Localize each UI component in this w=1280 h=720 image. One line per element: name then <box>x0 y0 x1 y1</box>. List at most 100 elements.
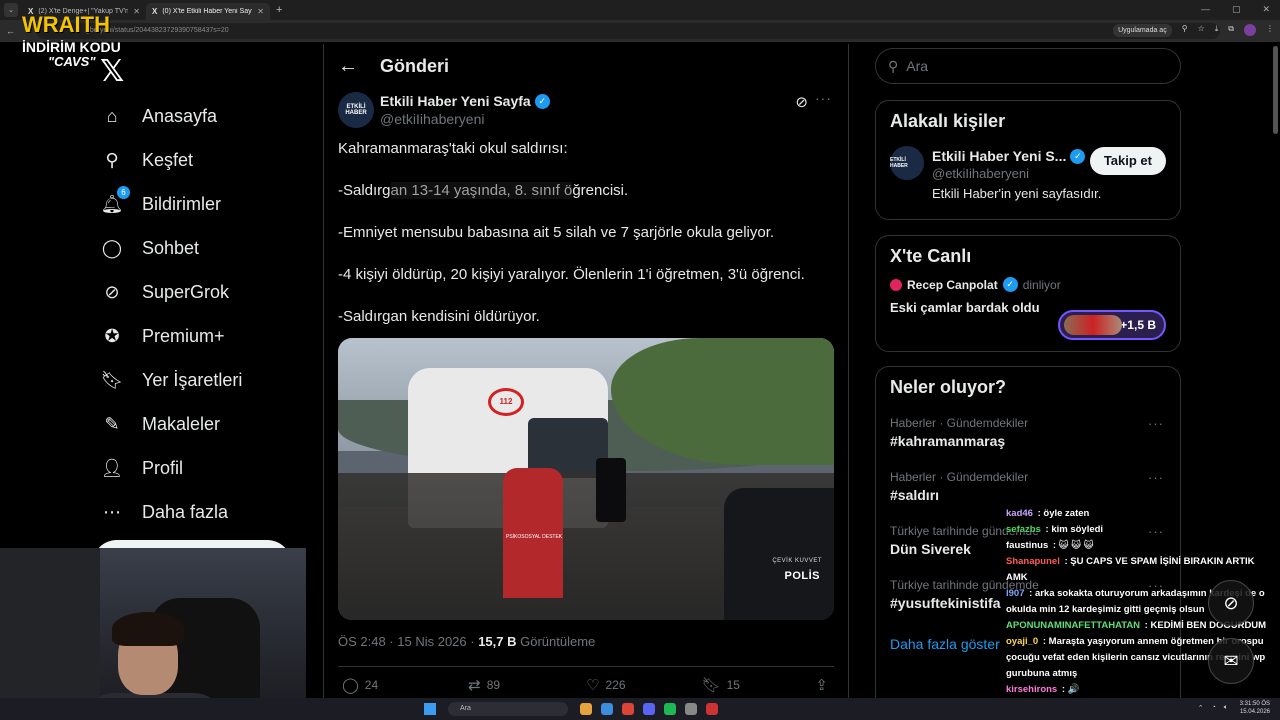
column-divider <box>323 44 324 720</box>
back-arrow-icon[interactable]: ← <box>338 55 358 78</box>
browser-tab-2[interactable]: X (0) X'te Etkili Haber Yeni Sayfa ✕ <box>146 3 270 20</box>
spotify-icon[interactable] <box>664 703 676 715</box>
repost-button[interactable]: ⇄ 89 <box>468 676 500 694</box>
star-icon[interactable]: ☆ <box>1198 24 1205 37</box>
sidebar-item[interactable]: 🔔︎ 6 Bildirimler <box>100 182 242 226</box>
extensions-icon[interactable]: ⧉ <box>1228 24 1234 37</box>
related-person[interactable]: ETKİLİ HABER Etkili Haber Yeni S... ✓ @et… <box>876 142 1180 216</box>
edge-icon[interactable] <box>601 703 613 715</box>
bookmark-button[interactable]: 🔖︎ 15 <box>702 676 740 694</box>
taskbar-search[interactable]: Ara <box>448 702 568 716</box>
related-name-row[interactable]: Etkili Haber Yeni S... ✓ <box>932 148 1086 164</box>
related-title: Alakalı kişiler <box>890 111 1006 131</box>
sidebar-item[interactable]: ✎ Makaleler <box>100 402 242 446</box>
open-in-app-button[interactable]: Uygulamada aç <box>1113 24 1172 37</box>
windows-start-icon[interactable] <box>424 703 436 715</box>
chat-separator: : <box>1059 684 1068 695</box>
brand-discount-label: İNDİRİM KODU <box>22 39 121 55</box>
download-icon[interactable]: ⤓ <box>1215 24 1219 37</box>
trend-name: #saldırı <box>890 487 940 503</box>
profile-avatar[interactable] <box>1244 24 1256 36</box>
sidebar-item[interactable]: ⋯ Daha fazla <box>100 490 242 534</box>
post-more-icon[interactable]: ··· <box>815 90 832 106</box>
taskbar-clock[interactable]: 3:31:50 ÖS 15.04.2026 <box>1240 700 1270 716</box>
trend-more-icon[interactable]: ··· <box>1148 416 1164 431</box>
chrome-icon[interactable] <box>622 703 634 715</box>
repost-icon: ⇄ <box>468 677 481 694</box>
app-icon[interactable] <box>706 703 718 715</box>
views-label: Görüntüleme <box>516 634 596 649</box>
taskbar-search-text: Ara <box>460 705 471 712</box>
maximize-icon[interactable]: ▢ <box>1232 4 1241 15</box>
chat-grok-float-icon[interactable]: ⊘ <box>1208 580 1254 626</box>
volume-icon[interactable]: 🔈︎ <box>1224 704 1228 712</box>
verified-badge-icon: ✓ <box>534 93 550 109</box>
browser-menu-icon[interactable]: ⋮ <box>1266 24 1274 37</box>
sidebar-item[interactable]: ◯ Sohbet <box>100 226 242 270</box>
reply-button[interactable]: ◯ 24 <box>342 676 378 694</box>
post-media-photo[interactable]: 112 PSİKOSOSYAL DESTEK ÇEVİK KUVVET POLİ… <box>338 338 834 620</box>
streamer-hair <box>112 612 184 646</box>
author-avatar[interactable]: ETKİLİ HABER <box>338 92 374 128</box>
bookmark-count: 15 <box>726 678 740 692</box>
close-tab-icon[interactable]: ✕ <box>133 7 140 16</box>
tab-title: (0) X'te Etkili Haber Yeni Sayfa <box>162 8 253 15</box>
like-button[interactable]: ♡ 226 <box>586 676 625 694</box>
live-host-row: Recep Canpolat ✓ dinliyor <box>890 277 1166 292</box>
messages-float-icon[interactable]: ✉ <box>1208 638 1254 684</box>
wifi-icon[interactable]: ◔ <box>1212 704 1216 712</box>
grok-icon[interactable]: ⊘ <box>795 93 808 111</box>
tab-search-button[interactable]: ⌄ <box>4 3 18 17</box>
sidebar-item-label: SuperGrok <box>142 281 230 302</box>
sidebar-item[interactable]: ✪ Premium+ <box>100 314 242 358</box>
discord-icon[interactable] <box>643 703 655 715</box>
chat-username: sefazbs <box>1006 524 1041 535</box>
address-bar-row: ← gberyeni/status/20443823729390758437s=… <box>0 20 1280 42</box>
url-field[interactable]: gberyeni/status/20443823729390758437s=20 <box>36 23 1220 39</box>
chat-message: kad46 : öyle zaten <box>1006 506 1276 522</box>
sidebar-item[interactable]: ⌂ Anasayfa <box>100 94 242 138</box>
back-nav-icon[interactable]: ← <box>6 26 20 36</box>
live-host-name: Recep Canpolat <box>907 277 998 292</box>
more-icon: ⋯ <box>103 501 121 522</box>
post-line-part: ğrencisi. <box>572 182 629 199</box>
author-name-row[interactable]: Etkili Haber Yeni Sayfa ✓ <box>380 93 550 109</box>
author-handle[interactable]: @etkiIihaberyeni <box>380 111 485 127</box>
stream-brand-overlay: WRAITH İNDİRİM KODU "CAVS" <box>22 14 132 69</box>
live-card[interactable]: X'te Canlı Recep Canpolat ✓ dinliyor Esk… <box>875 235 1181 352</box>
trend-more-icon[interactable]: ··· <box>1148 470 1164 485</box>
bookmark-icon: 🔖︎ <box>701 677 721 694</box>
trends-title: Neler oluyor? <box>890 377 1007 397</box>
file-explorer-icon[interactable] <box>580 703 592 715</box>
minimize-icon[interactable]: — <box>1201 4 1210 15</box>
photo-red-vest <box>503 468 563 598</box>
live-listeners-pill[interactable]: +1,5 B <box>1058 310 1166 340</box>
chat-text: KEDİMİ BEN DOGURDUM <box>1150 620 1267 631</box>
zoom-icon[interactable]: ⚲ <box>1182 24 1188 37</box>
trend-item[interactable]: Haberler · Gündemdekiler #kahramanmaraş ··… <box>890 412 1166 466</box>
flag-icon <box>890 278 902 291</box>
share-button[interactable]: ⇪ <box>815 676 828 694</box>
sidebar-item[interactable]: 👤︎ Profil <box>100 446 242 490</box>
author-name[interactable]: Etkili Haber Yeni Sayfa <box>380 93 531 109</box>
close-tab-icon[interactable]: ✕ <box>257 7 264 16</box>
new-tab-button[interactable]: + <box>276 4 282 16</box>
search-input[interactable]: ⚲ Ara <box>875 48 1181 84</box>
follow-button[interactable]: Takip et <box>1089 147 1166 175</box>
clock-date: 15.04.2026 <box>1239 709 1270 715</box>
close-window-icon[interactable]: ✕ <box>1262 4 1270 15</box>
sidebar-item[interactable]: 🔖︎ Yer İşaretleri <box>100 358 243 402</box>
app-icon[interactable] <box>685 703 697 715</box>
chevron-up-icon[interactable]: ⌃ <box>1198 704 1204 712</box>
post-timestamp[interactable]: ÖS 2:48 · 15 Nis 2026 · <box>338 634 478 649</box>
page-scrollbar[interactable] <box>1273 46 1278 134</box>
browser-tab-bar: ⌄ X (2) X'te Denge+| "Yakup TV'nin... ✕ … <box>0 0 1280 20</box>
related-avatar[interactable]: ETKİLİ HABER <box>890 146 924 180</box>
bookmark-icon: 🔖︎ <box>100 369 124 390</box>
chat-text: kim söyledi <box>1051 524 1104 535</box>
chat-icon: ◯ <box>101 237 123 258</box>
sidebar-item[interactable]: ⊘ SuperGrok <box>100 270 242 314</box>
sidebar-item[interactable]: ⚲ Keşfet <box>100 138 242 182</box>
sidebar-item-label: Makaleler <box>142 413 221 434</box>
photo-police-text: POLİS <box>784 570 820 582</box>
